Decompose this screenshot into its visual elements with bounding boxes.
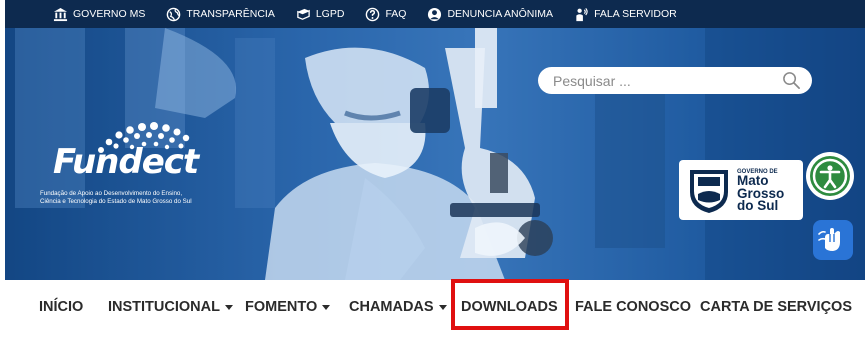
top-link-label: TRANSPARÊNCIA bbox=[186, 8, 275, 20]
nav-item-fomento[interactable]: FOMENTO bbox=[245, 299, 331, 315]
caret-down-icon bbox=[438, 304, 447, 310]
question-icon bbox=[366, 7, 380, 21]
nav-item-carta-de-servicos[interactable]: CARTA DE SERVIÇOS bbox=[700, 299, 852, 315]
top-link-label: FAQ bbox=[385, 8, 407, 20]
logo-subtitle: Fundação de Apoio ao Desenvolvimento do … bbox=[40, 190, 192, 206]
state-coat-of-arms-icon bbox=[690, 170, 728, 213]
fundect-logo[interactable]: Fundect Fundação de Apoio ao Desenvolvim… bbox=[39, 120, 219, 212]
main-navigation: INÍCIO INSTITUCIONAL FOMENTO CHAMADAS DO… bbox=[0, 280, 865, 347]
logo-subtitle-line: Ciência e Tecnologia do Estado de Mato G… bbox=[40, 198, 192, 205]
nav-item-label: FALE CONOSCO bbox=[575, 299, 692, 315]
nav-item-inicio[interactable]: INÍCIO bbox=[39, 299, 83, 315]
speaking-person-icon bbox=[576, 7, 588, 21]
government-logo[interactable]: GOVERNO DE Mato Grosso do Sul bbox=[679, 160, 803, 220]
globe-icon bbox=[167, 7, 181, 21]
book-icon bbox=[297, 8, 310, 20]
hero-banner: Fundect Fundação de Apoio ao Desenvolvim… bbox=[5, 28, 865, 280]
accessibility-icon bbox=[812, 158, 848, 194]
sign-language-icon bbox=[818, 228, 840, 251]
logo-wordmark: Fundect bbox=[53, 142, 199, 182]
accessibility-button-inner bbox=[810, 156, 850, 196]
caret-down-icon bbox=[224, 304, 233, 310]
nav-item-label: FOMENTO bbox=[245, 299, 318, 315]
top-link-lgpd[interactable]: LGPD bbox=[296, 7, 345, 22]
government-building-icon bbox=[53, 7, 68, 21]
downloads-highlight-box bbox=[451, 279, 569, 330]
top-link-label: FALA SERVIDOR bbox=[594, 8, 677, 20]
top-link-transparencia[interactable]: TRANSPARÊNCIA bbox=[166, 7, 275, 22]
top-utility-bar: GOVERNO MS TRANSPARÊNCIA LGPD FAQ DENUNC… bbox=[5, 0, 865, 28]
nav-item-label: CHAMADAS bbox=[349, 299, 434, 315]
nav-item-label: CARTA DE SERVIÇOS bbox=[700, 299, 853, 315]
logo-subtitle-line: Fundação de Apoio ao Desenvolvimento do … bbox=[40, 190, 183, 197]
top-link-label: GOVERNO MS bbox=[73, 8, 146, 20]
government-name: Mato Grosso do Sul bbox=[737, 173, 785, 213]
search-icon[interactable] bbox=[782, 71, 801, 90]
page: GOVERNO MS TRANSPARÊNCIA LGPD FAQ DENUNC… bbox=[0, 0, 865, 347]
top-link-denuncia-anonima[interactable]: DENUNCIA ANÔNIMA bbox=[427, 7, 553, 22]
sign-language-button[interactable] bbox=[813, 220, 853, 260]
search-input[interactable] bbox=[553, 72, 773, 89]
nav-item-chamadas[interactable]: CHAMADAS bbox=[349, 299, 447, 315]
nav-item-institucional[interactable]: INSTITUCIONAL bbox=[108, 299, 233, 315]
search-box[interactable] bbox=[538, 67, 812, 94]
top-link-faq[interactable]: FAQ bbox=[365, 7, 406, 22]
caret-down-icon bbox=[322, 304, 331, 310]
nav-item-label: INÍCIO bbox=[39, 299, 84, 315]
anonymous-user-icon bbox=[428, 7, 442, 21]
accessibility-button[interactable] bbox=[806, 152, 854, 200]
top-link-governo-ms[interactable]: GOVERNO MS bbox=[53, 7, 145, 22]
top-link-label: LGPD bbox=[315, 8, 345, 20]
nav-item-fale-conosco[interactable]: FALE CONOSCO bbox=[575, 299, 691, 315]
top-link-fala-servidor[interactable]: FALA SERVIDOR bbox=[574, 7, 677, 22]
nav-item-label: INSTITUCIONAL bbox=[108, 299, 220, 315]
top-link-label: DENUNCIA ANÔNIMA bbox=[447, 8, 554, 20]
